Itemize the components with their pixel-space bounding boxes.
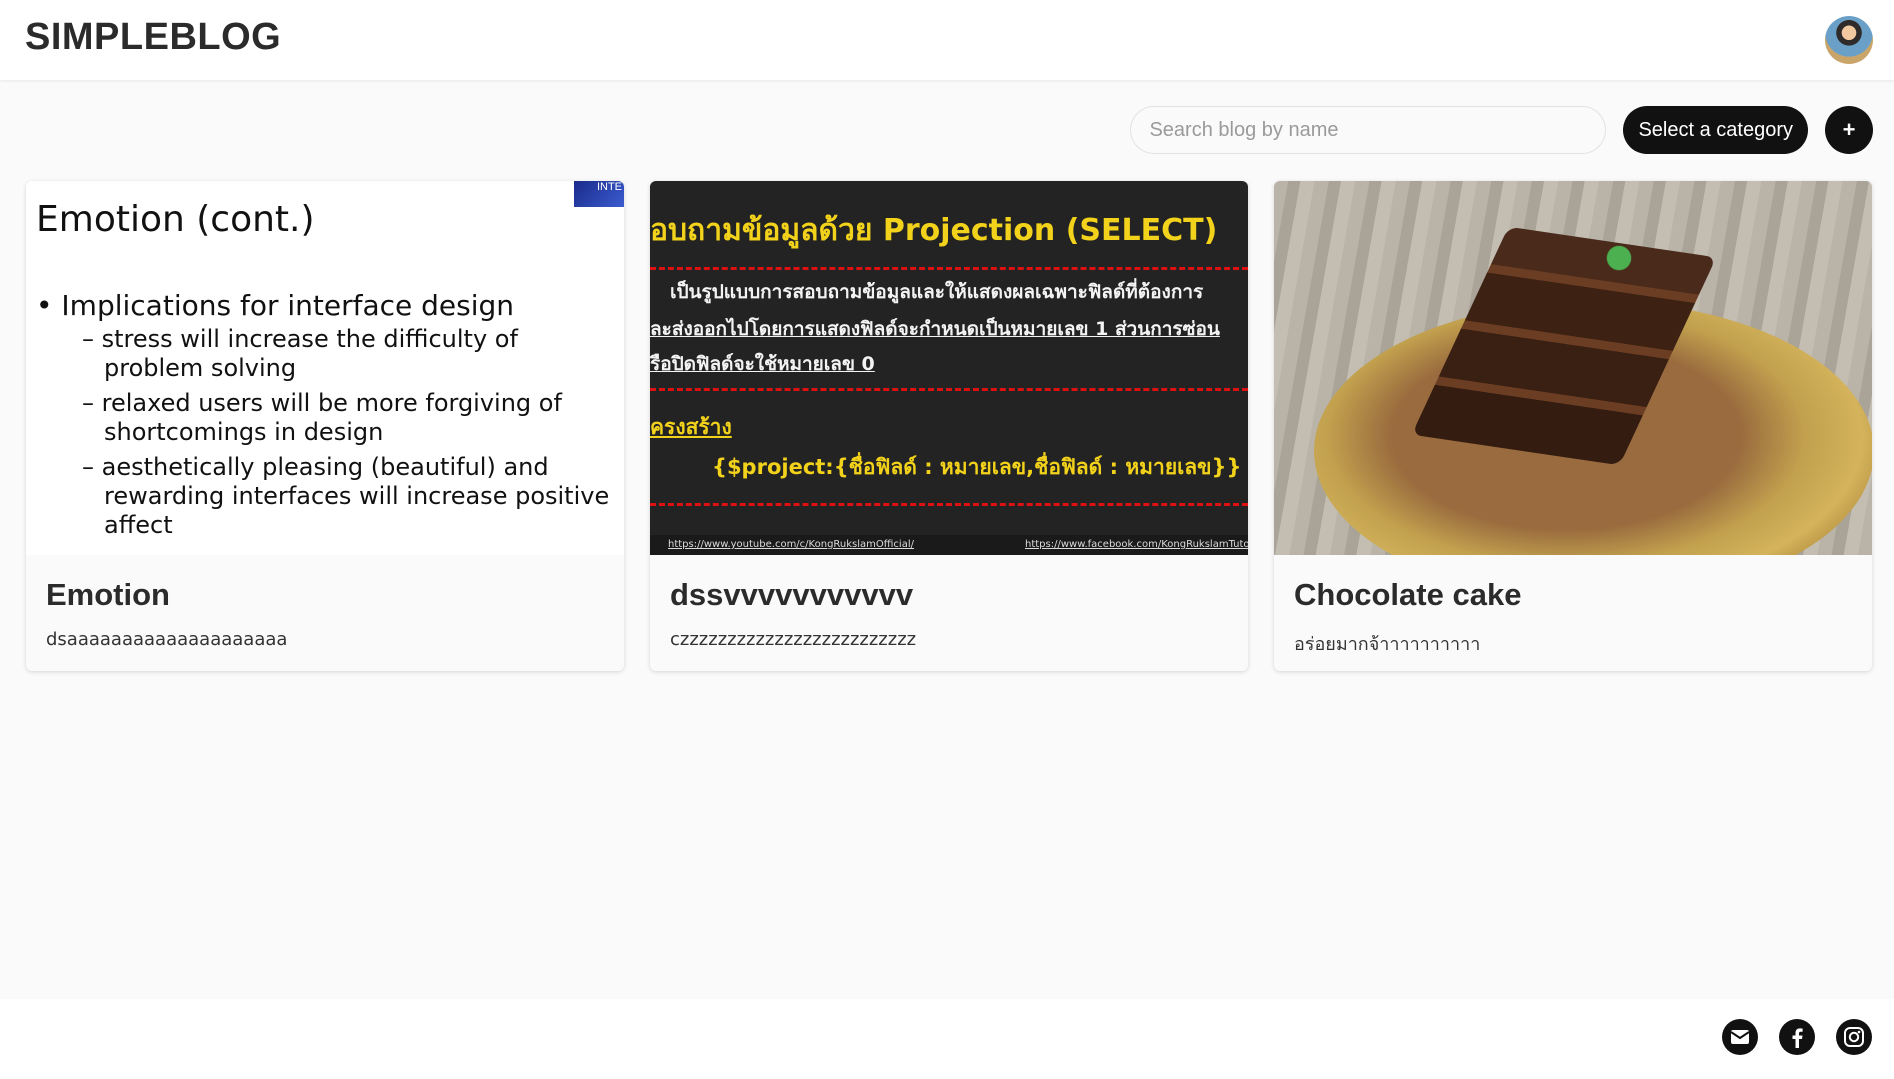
card-thumbnail [1274,181,1872,555]
slide-divider [650,503,1248,506]
card-body: dssvvvvvvvvvvv czzzzzzzzzzzzzzzzzzzzzzzz… [650,555,1248,650]
card-thumbnail: อบถามข้อมูลด้วย Projection (SELECT) เป็น… [650,181,1248,555]
slide-line: ละส่งออกไปโดยการแสดงฟิลด์จะกำหนดเป็นหมาย… [650,318,1220,340]
slide-code: {$project:{ชื่อฟิลด์ : หมายเลข,ชื่อฟิลด์… [712,455,1242,479]
slide-subpoint: – aesthetically pleasing (beautiful) and… [82,453,610,539]
slide-footer: https://www.youtube.com/c/KongRukslamOff… [650,535,1248,555]
slide-footer-link: https://www.facebook.com/KongRukslamTuto [1025,539,1248,550]
card-title[interactable]: dssvvvvvvvvvvv [670,577,1228,613]
slide-footer-link: https://www.youtube.com/c/KongRukslamOff… [668,539,914,550]
slide-heading: อบถามข้อมูลด้วย Projection (SELECT) [650,213,1218,248]
blog-toolbar: Select a category + [1130,105,1873,155]
slide-subpoints: – stress will increase the difficulty of… [82,325,622,546]
search-input[interactable] [1130,106,1607,154]
card-title[interactable]: Chocolate cake [1294,577,1852,613]
facebook-icon[interactable] [1779,1019,1815,1055]
brand-logo[interactable]: SIMPLEBLOG [25,16,281,59]
card-body: Emotion dsaaaaaaaaaaaaaaaaaaaa [26,555,624,650]
slide-line: เป็นรูปแบบการสอบถามข้อมูลและให้แสดงผลเฉพ… [670,281,1204,303]
card-thumbnail: INTE Emotion (cont.) • Implications for … [26,181,624,555]
card-description: อร่อยมากจ้าาาาาาาาาา [1294,634,1481,655]
blog-card-grid: INTE Emotion (cont.) • Implications for … [26,181,1874,671]
mail-icon[interactable] [1722,1019,1758,1055]
blog-card[interactable]: INTE Emotion (cont.) • Implications for … [26,181,624,671]
card-description: dsaaaaaaaaaaaaaaaaaaaa [46,629,288,650]
slide-divider [650,388,1248,391]
blog-card[interactable]: อบถามข้อมูลด้วย Projection (SELECT) เป็น… [650,181,1248,671]
slide-line: รือปิดฟิลด์จะใช้หมายเลข 0 [650,353,875,375]
top-navbar: SIMPLEBLOG [0,0,1894,80]
slide-bullet: • Implications for interface design [36,289,515,322]
card-body: Chocolate cake อร่อยมากจ้าาาาาาาาาา [1274,555,1872,658]
slide-line: ครงสร้าง [650,415,732,439]
avatar[interactable] [1825,16,1873,64]
slide-corner-label: INTE [574,181,624,207]
slide-divider [650,267,1248,270]
select-category-button[interactable]: Select a category [1623,106,1808,154]
slide-heading: Emotion (cont.) [36,199,315,240]
slide-subpoint: – relaxed users will be more forgiving o… [82,389,562,446]
blog-card[interactable]: Chocolate cake อร่อยมากจ้าาาาาาาาาา [1274,181,1872,671]
add-blog-button[interactable]: + [1825,106,1873,154]
instagram-icon[interactable] [1836,1019,1872,1055]
card-title[interactable]: Emotion [46,577,604,613]
site-footer [0,999,1894,1079]
slide-subpoint: – stress will increase the difficulty of… [82,325,518,382]
mint-garnish-image [1604,243,1634,273]
card-description: czzzzzzzzzzzzzzzzzzzzzzzzz [670,629,917,650]
